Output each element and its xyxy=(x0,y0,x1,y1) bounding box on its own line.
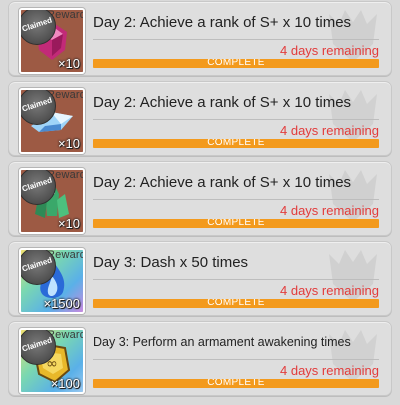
mission-card[interactable]: Reward Claimed ×10 Day 2: Achieve a rank… xyxy=(8,81,392,156)
status-label: COMPLETE xyxy=(207,219,265,228)
reward-quantity: ×10 xyxy=(57,216,80,231)
progress-bar: COMPLETE xyxy=(93,379,379,388)
reward-quantity: ×10 xyxy=(57,56,80,71)
reward-thumbnail[interactable]: ∞ Reward Claimed ×100 xyxy=(19,328,85,394)
mission-title: Day 3: Dash x 50 times xyxy=(93,254,249,271)
time-remaining: 4 days remaining xyxy=(280,203,379,218)
status-label: COMPLETE xyxy=(207,59,265,68)
divider xyxy=(93,199,379,200)
time-remaining: 4 days remaining xyxy=(280,283,379,298)
divider xyxy=(93,359,379,360)
reward-quantity: ×1500 xyxy=(43,296,80,311)
mission-title: Day 2: Achieve a rank of S+ x 10 times xyxy=(93,174,352,191)
mission-card[interactable]: Reward Claimed ×10 Day 2: Achieve a rank… xyxy=(8,1,392,76)
reward-thumbnail[interactable]: Reward Claimed ×1500 xyxy=(19,248,85,314)
time-remaining: 4 days remaining xyxy=(280,43,379,58)
reward-quantity: ×100 xyxy=(50,376,80,391)
mission-card[interactable]: Reward Claimed ×10 Day 2: Achieve a rank… xyxy=(8,161,392,236)
mission-list: Reward Claimed ×10 Day 2: Achieve a rank… xyxy=(0,0,400,405)
mission-card[interactable]: ∞ Reward Claimed ×100 Day 3: Perform an … xyxy=(8,321,392,396)
progress-bar: COMPLETE xyxy=(93,59,379,68)
progress-bar: COMPLETE xyxy=(93,219,379,228)
divider xyxy=(93,119,379,120)
mission-title: Day 2: Achieve a rank of S+ x 10 times xyxy=(93,94,352,111)
divider xyxy=(93,279,379,280)
reward-quantity: ×10 xyxy=(57,136,80,151)
progress-bar: COMPLETE xyxy=(93,299,379,308)
status-label: COMPLETE xyxy=(207,379,265,388)
progress-bar: COMPLETE xyxy=(93,139,379,148)
reward-thumbnail[interactable]: Reward Claimed ×10 xyxy=(19,8,85,74)
reward-thumbnail[interactable]: Reward Claimed ×10 xyxy=(19,168,85,234)
mission-title: Day 3: Perform an armament awakening tim… xyxy=(93,335,351,349)
divider xyxy=(93,39,379,40)
mission-card[interactable]: Reward Claimed ×1500 Day 3: Dash x 50 ti… xyxy=(8,241,392,316)
time-remaining: 4 days remaining xyxy=(280,123,379,138)
reward-thumbnail[interactable]: Reward Claimed ×10 xyxy=(19,88,85,154)
mission-title: Day 2: Achieve a rank of S+ x 10 times xyxy=(93,14,352,31)
time-remaining: 4 days remaining xyxy=(280,363,379,378)
status-label: COMPLETE xyxy=(207,139,265,148)
status-label: COMPLETE xyxy=(207,299,265,308)
